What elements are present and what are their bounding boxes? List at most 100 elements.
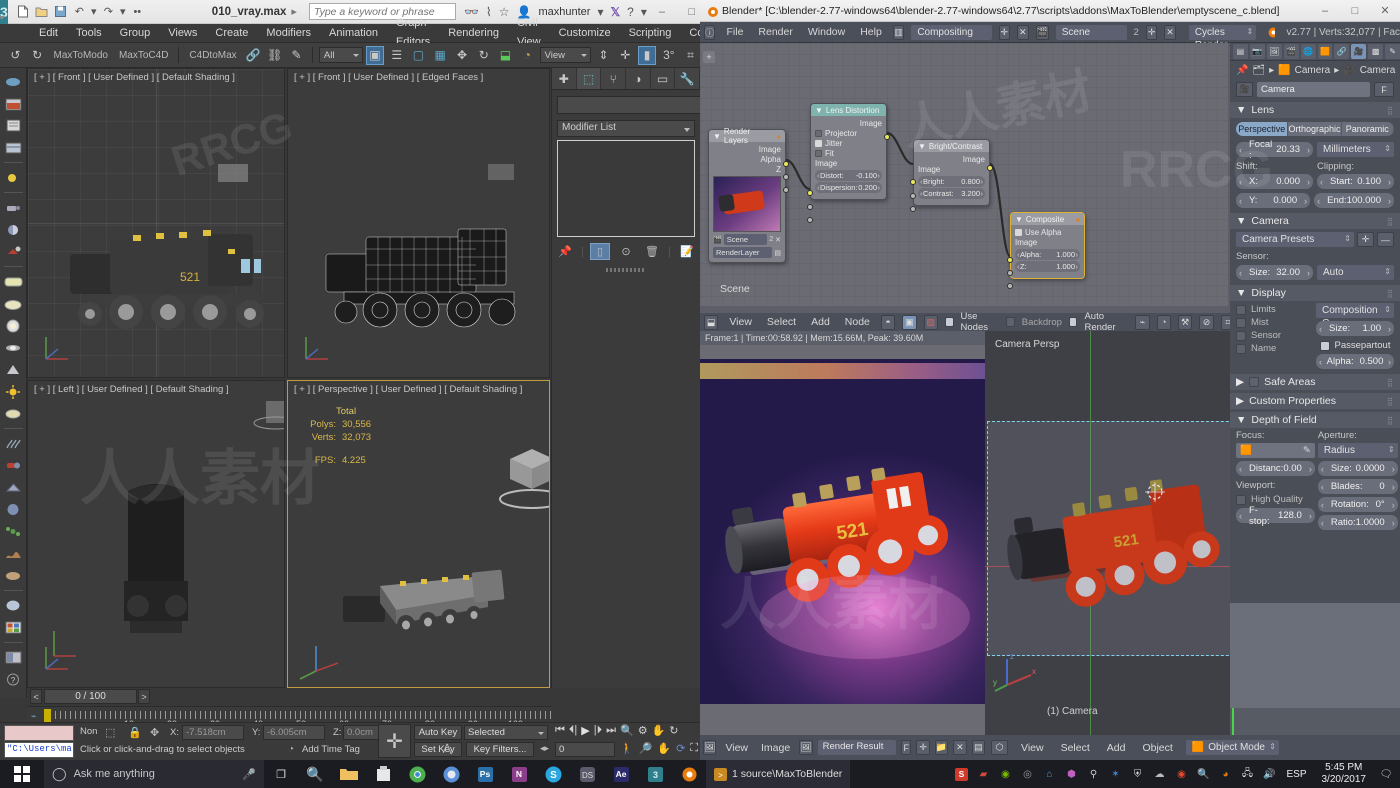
select-and-rotate-button[interactable]: ↻ <box>474 46 493 65</box>
maximize-viewport-icon[interactable]: ⛶ <box>690 742 698 755</box>
grip-dots-icon[interactable]: ⣿ <box>1387 289 1394 298</box>
socket-z-out[interactable] <box>783 187 789 193</box>
sensor-size-field[interactable]: Size: 32.00 <box>1236 265 1313 280</box>
mist-checkbox[interactable] <box>1236 318 1246 328</box>
collapse-icon[interactable]: ▼ <box>713 132 721 141</box>
safe-areas-section-header[interactable]: ▶ Safe Areas ⣿ <box>1230 374 1400 390</box>
expand-icon[interactable]: ▶ <box>1236 395 1244 407</box>
composition-guides-dropdown[interactable]: Composition G... <box>1316 303 1394 318</box>
pan-icon[interactable]: ✋ <box>652 724 666 737</box>
photoshop-icon[interactable]: Ps <box>468 760 502 788</box>
menu-help[interactable]: Help <box>856 26 886 38</box>
collapse-icon[interactable]: ▼ <box>1236 215 1246 227</box>
interaction-mode-dropdown[interactable]: 🟧 Object Mode <box>1186 740 1279 755</box>
select-object-button[interactable]: ▣ <box>366 46 385 65</box>
custom-properties-section-header[interactable]: ▶ Custom Properties ⣿ <box>1230 393 1400 409</box>
viewport-front-edged[interactable]: [ + ] [ Front ] [ User Defined ] [ Edged… <box>287 68 550 378</box>
socket-image-in[interactable] <box>807 190 813 196</box>
blender-close-button[interactable]: ✕ <box>1370 0 1400 23</box>
node-tools-icon[interactable]: ⚒ <box>1178 315 1192 330</box>
add-scene-icon[interactable]: ✛ <box>1146 25 1157 40</box>
maxscript-mini-listener[interactable] <box>4 725 74 741</box>
shader-nodes-icon[interactable]: ◓ <box>881 315 895 330</box>
use-nodes-checkbox[interactable] <box>945 317 954 327</box>
grip-dots-icon[interactable]: ⣿ <box>1387 217 1394 226</box>
jitter-checkbox[interactable] <box>815 140 822 147</box>
socket-distort-in[interactable] <box>807 204 813 210</box>
compositing-nodes-icon[interactable]: ▣ <box>902 315 916 330</box>
reference-coordinate-combo[interactable]: View <box>540 47 592 63</box>
binoculars-icon[interactable]: 👓 <box>464 5 479 19</box>
tab-create[interactable]: ✚ <box>552 68 577 89</box>
fit-checkbox[interactable] <box>815 150 822 157</box>
vray-distance-tex-icon[interactable] <box>3 566 24 585</box>
vray-sun-light-icon[interactable] <box>3 382 24 401</box>
vray-plane-light-icon[interactable] <box>3 272 24 291</box>
selection-lock-icon[interactable]: 🔒 <box>128 726 142 739</box>
show-end-result-icon[interactable]: ▯ <box>590 243 610 260</box>
current-frame-field[interactable]: 0 / 100 <box>44 689 137 704</box>
node-editor-type-icon[interactable]: ⬓ <box>704 315 718 330</box>
menu-group[interactable]: Group <box>111 24 160 43</box>
auto-render-checkbox[interactable] <box>1069 317 1078 327</box>
modifier-list-dropdown[interactable]: Modifier List <box>557 120 695 137</box>
vray-sphere-light-icon[interactable] <box>3 220 24 239</box>
current-frame-spinner[interactable]: 0 <box>555 742 615 757</box>
start-button[interactable] <box>0 760 44 788</box>
mist-row[interactable]: Mist <box>1236 316 1314 329</box>
node-header[interactable]: ▼ Bright/Contrast <box>914 140 989 152</box>
taskbar-active-window[interactable]: > 1 source\MaxToBlender <box>706 760 850 788</box>
menu-scripting[interactable]: Scripting <box>620 24 681 43</box>
viewport-left-shaded[interactable]: [ + ] [ Left ] [ User Defined ] [ Defaul… <box>27 380 285 688</box>
vray-material-editor-icon[interactable] <box>3 618 24 637</box>
output-image[interactable]: Image <box>918 155 985 164</box>
absolute-mode-icon[interactable]: ✥ <box>150 726 159 739</box>
menu-tools[interactable]: Tools <box>67 24 111 43</box>
lens-type-orthographic[interactable]: Orthographic <box>1288 122 1341 136</box>
selection-lock-grid-icon[interactable]: ⬚ <box>105 726 115 739</box>
node-header[interactable]: ▼ Composite ◕ <box>1011 213 1084 225</box>
set-key-button[interactable]: Set Key <box>414 742 462 757</box>
grip-dots-icon[interactable]: ⣿ <box>1387 106 1394 115</box>
backdrop-checkbox[interactable] <box>1006 317 1015 327</box>
3dsmax-logo-icon[interactable]: 3 <box>0 0 8 24</box>
camera-presets-dropdown[interactable]: Camera Presets <box>1236 232 1354 247</box>
prev-frame-button[interactable]: < <box>30 689 42 704</box>
collapse-icon[interactable]: ▼ <box>918 142 926 151</box>
tray-blender-icon[interactable]: ◕ <box>1217 766 1233 782</box>
tab-world[interactable]: 🌐 <box>1301 44 1316 59</box>
viewport-editor-type-icon[interactable]: ⬡ <box>991 740 1008 755</box>
eyedropper-icon[interactable]: ✎ <box>1303 445 1311 456</box>
fake-user-button[interactable]: F <box>1374 82 1394 97</box>
editor-type-icon[interactable]: ▤ <box>1233 44 1248 59</box>
vp-menu-add[interactable]: Add <box>1103 742 1130 754</box>
aftereffects-icon[interactable]: Ae <box>604 760 638 788</box>
focal-length-field[interactable]: Focal : 20.33 <box>1236 142 1313 157</box>
use-pivot-center-button[interactable]: ⇕ <box>594 46 613 65</box>
vray-clipper-icon[interactable] <box>3 456 24 475</box>
vray-light-lister-icon[interactable] <box>3 116 24 135</box>
socket-image-out[interactable] <box>987 165 993 171</box>
toolshelf-toggle-icon[interactable]: + <box>703 51 715 63</box>
node-lens-distortion[interactable]: ▼ Lens Distortion Image Projector Jitter… <box>810 103 887 200</box>
browse-id-icon[interactable]: 🗂 <box>1252 65 1265 76</box>
socket-dispersion-in[interactable] <box>807 217 813 223</box>
shift-x-field[interactable]: X: 0.000 <box>1236 174 1313 189</box>
remove-preset-icon[interactable]: — <box>1377 232 1394 247</box>
image-editor-area[interactable]: 521 <box>700 345 985 735</box>
vray-camera-icon[interactable] <box>3 198 24 217</box>
collapse-icon[interactable]: ▼ <box>1236 414 1246 426</box>
pan-view-icon[interactable]: ✋ <box>657 742 671 755</box>
image-fake-user-button[interactable]: F <box>901 740 911 755</box>
scene-users[interactable]: 2 <box>769 236 773 243</box>
pin-icon[interactable]: 📌 <box>1236 65 1248 76</box>
socket-contrast-in[interactable] <box>910 206 916 212</box>
menu-views[interactable]: Views <box>159 24 206 43</box>
vray-help-icon[interactable]: ? <box>3 670 24 689</box>
save-file-icon[interactable] <box>52 3 69 20</box>
selection-filter-combo[interactable]: All <box>319 47 363 63</box>
file-name-caret-icon[interactable]: ▸ <box>291 5 297 18</box>
nvidia-icon[interactable]: ◉ <box>997 766 1013 782</box>
y-coord-field[interactable]: -6.005cm <box>263 725 325 740</box>
vp-menu-object[interactable]: Object <box>1138 742 1176 754</box>
